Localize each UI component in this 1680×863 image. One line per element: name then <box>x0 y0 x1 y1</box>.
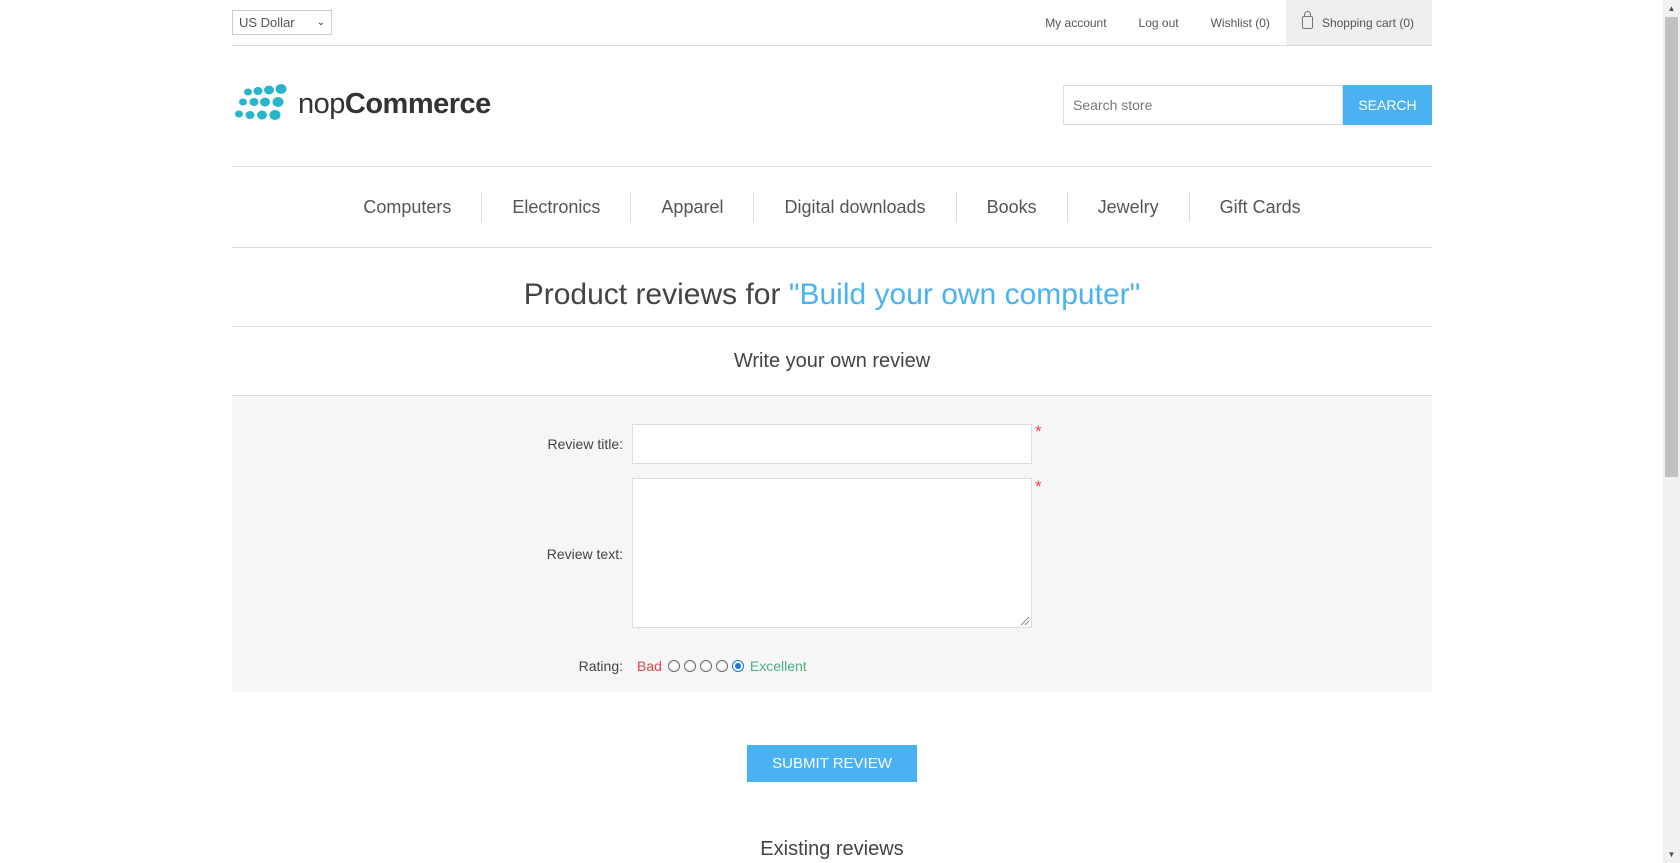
rating-radio-4[interactable] <box>715 660 728 672</box>
search-placeholder: Search store <box>1073 97 1153 113</box>
search-box: Search store SEARCH <box>1063 85 1432 125</box>
top-menu: Computers Electronics Apparel Digital do… <box>232 167 1432 248</box>
currency-value: US Dollar <box>239 15 295 30</box>
review-title-label: Review title: <box>547 436 623 452</box>
required-mark: * <box>1035 422 1042 441</box>
product-link[interactable]: "Build your own computer" <box>789 278 1140 311</box>
page-container: US Dollar ⌄ My account Log out Wishlist … <box>232 0 1432 860</box>
resize-handle-icon[interactable] <box>1020 616 1030 626</box>
scroll-up-icon[interactable]: ▲ <box>1663 0 1680 17</box>
nav-item-electronics[interactable]: Electronics <box>481 192 630 222</box>
nav-item-gift-cards[interactable]: Gift Cards <box>1188 192 1331 222</box>
rating-excellent-label: Excellent <box>749 658 807 674</box>
review-text-input[interactable] <box>632 478 1032 628</box>
shopping-cart-link[interactable]: Shopping cart (0) <box>1285 0 1432 45</box>
logo-dots-icon <box>235 84 287 120</box>
wishlist-link[interactable]: Wishlist (0) <box>1195 16 1286 30</box>
logo-text: nopCommerce <box>298 87 491 120</box>
submit-review-button[interactable]: SUBMIT REVIEW <box>747 745 917 782</box>
shopping-bag-icon <box>1301 11 1313 29</box>
page-heading: Product reviews for "Build your own comp… <box>523 278 1141 311</box>
rating-radio-5[interactable] <box>731 660 744 672</box>
rating-label: Rating: <box>578 658 623 674</box>
required-mark: * <box>1035 477 1042 496</box>
review-text-label: Review text: <box>546 546 623 562</box>
write-review-title: Write your own review <box>232 327 1432 396</box>
rating-radio-2[interactable] <box>683 660 696 672</box>
header-links-bar: US Dollar ⌄ My account Log out Wishlist … <box>232 0 1432 46</box>
vertical-scrollbar[interactable]: ▲ ▼ <box>1663 0 1680 863</box>
log-out-link[interactable]: Log out <box>1123 16 1195 30</box>
nav-item-digital-downloads[interactable]: Digital downloads <box>753 192 955 222</box>
header-main: nopCommerce Search store SEARCH <box>232 46 1432 167</box>
nav-item-computers[interactable]: Computers <box>333 192 481 222</box>
store-logo[interactable]: nopCommerce <box>234 84 491 124</box>
scroll-down-icon[interactable]: ▼ <box>1663 846 1680 863</box>
shopping-cart-label: Shopping cart (0) <box>1321 15 1414 30</box>
page-title: Product reviews for "Build your own comp… <box>232 248 1432 327</box>
rating-radio-1[interactable] <box>667 660 680 672</box>
nav-item-apparel[interactable]: Apparel <box>630 192 753 222</box>
search-button[interactable]: SEARCH <box>1343 85 1432 125</box>
header-links: My account Log out Wishlist (0) Shopping… <box>1029 0 1432 45</box>
review-title-input[interactable] <box>632 424 1032 464</box>
review-form: Review title: * Review text: * Rating: B… <box>232 396 1432 692</box>
scrollbar-thumb[interactable] <box>1665 17 1678 477</box>
chevron-down-icon: ⌄ <box>316 17 325 28</box>
rating-bad-label: Bad <box>637 658 662 674</box>
nav-item-jewelry[interactable]: Jewelry <box>1066 192 1189 222</box>
currency-select[interactable]: US Dollar ⌄ <box>232 10 332 35</box>
rating-control: Bad Excellent <box>637 658 807 674</box>
nav-item-books[interactable]: Books <box>955 192 1067 222</box>
search-input[interactable]: Search store <box>1063 85 1343 125</box>
existing-reviews-title: Existing reviews <box>760 838 904 860</box>
rating-radio-3[interactable] <box>699 660 712 672</box>
my-account-link[interactable]: My account <box>1029 16 1122 30</box>
